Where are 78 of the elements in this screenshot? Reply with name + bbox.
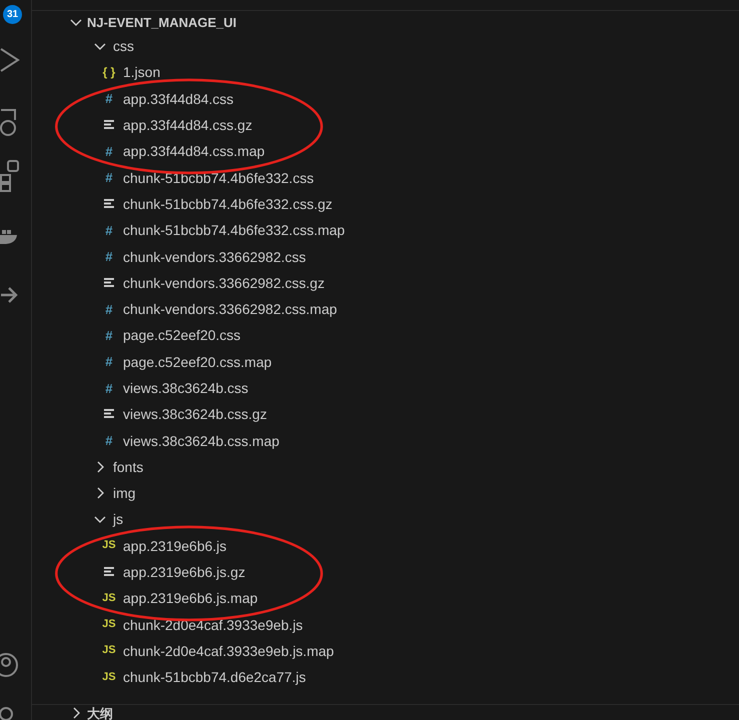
run-debug-icon[interactable] bbox=[0, 46, 20, 74]
css-file-icon: # bbox=[105, 328, 113, 342]
tree-item[interactable]: css bbox=[32, 33, 739, 60]
file-name: app.2319e6b6.js.gz bbox=[123, 564, 246, 580]
extensions-icon[interactable] bbox=[0, 160, 20, 192]
tree-item[interactable]: # chunk-vendors.33662982.css bbox=[32, 243, 739, 270]
js-file-icon: JS bbox=[102, 672, 116, 683]
file-name: chunk-51bcbb74.4b6fe332.css bbox=[123, 170, 314, 186]
css-file-icon: # bbox=[105, 355, 113, 368]
tree-item[interactable]: JS chunk-2d0e4caf.3933e9eb.js bbox=[32, 612, 739, 638]
file-name: css bbox=[113, 38, 134, 54]
file-name: chunk-2d0e4caf.3933e9eb.js bbox=[123, 616, 303, 633]
file-name: views.38c3624b.css bbox=[123, 380, 248, 396]
notification-badge: 31 bbox=[3, 5, 22, 24]
css-file-icon: # bbox=[105, 250, 113, 264]
css-file-icon: # bbox=[105, 224, 113, 237]
tree-item[interactable]: # views.38c3624b.css.map bbox=[32, 427, 739, 454]
file-name: page.c52eef20.css.map bbox=[123, 354, 272, 370]
tree-item[interactable]: js bbox=[32, 506, 739, 533]
tree-item[interactable]: app.2319e6b6.js.gz bbox=[32, 558, 739, 586]
js-file-icon: JS bbox=[102, 619, 116, 630]
file-name: js bbox=[113, 511, 124, 528]
tree-item[interactable]: # app.33f44d84.css.map bbox=[32, 138, 739, 164]
js-file-icon: JS bbox=[102, 592, 116, 604]
file-name: chunk-vendors.33662982.css.gz bbox=[123, 274, 325, 291]
tree-item[interactable]: app.33f44d84.css.gz bbox=[32, 112, 739, 138]
section-header[interactable]: NJ-EVENT_MANAGE_UI bbox=[32, 11, 739, 33]
project-title: NJ-EVENT_MANAGE_UI bbox=[87, 14, 237, 30]
css-file-icon: # bbox=[105, 144, 113, 158]
json-file-icon: { } bbox=[102, 66, 116, 78]
tree-item[interactable]: # chunk-vendors.33662982.css.map bbox=[32, 296, 739, 322]
text-lines-icon bbox=[103, 198, 115, 210]
tree-item[interactable]: views.38c3624b.css.gz bbox=[32, 401, 739, 428]
file-name: chunk-2d0e4caf.3933e9eb.js.map bbox=[123, 642, 334, 659]
file-name: 1.json bbox=[123, 64, 160, 80]
js-file-icon: JS bbox=[102, 645, 116, 656]
file-name: app.2319e6b6.js.map bbox=[123, 590, 258, 606]
file-name: chunk-51bcbb74.4b6fe332.css.map bbox=[123, 222, 345, 238]
tree-item[interactable]: # chunk-51bcbb74.4b6fe332.css bbox=[32, 164, 739, 191]
tree-item[interactable]: chunk-vendors.33662982.css.gz bbox=[32, 270, 739, 296]
file-name: app.33f44d84.css.gz bbox=[123, 117, 252, 134]
file-name: views.38c3624b.css.gz bbox=[123, 406, 267, 422]
outline-title: 大纲 bbox=[87, 705, 113, 720]
tree-item[interactable]: # page.c52eef20.css bbox=[32, 322, 739, 349]
file-name: app.2319e6b6.js bbox=[123, 538, 227, 554]
file-name: views.38c3624b.css.map bbox=[123, 432, 280, 449]
tree-item[interactable]: # app.33f44d84.css bbox=[32, 86, 739, 112]
text-lines-icon bbox=[103, 566, 115, 578]
css-file-icon: # bbox=[105, 382, 113, 394]
file-name: img bbox=[113, 485, 136, 502]
tree-item[interactable]: { } 1.json bbox=[32, 59, 739, 86]
text-lines-icon bbox=[103, 408, 115, 420]
file-name: chunk-vendors.33662982.css bbox=[123, 248, 306, 265]
tree-item[interactable]: # views.38c3624b.css bbox=[32, 374, 739, 402]
text-lines-icon bbox=[103, 276, 115, 289]
file-name: chunk-51bcbb74.d6e2ca77.js bbox=[123, 669, 306, 686]
css-file-icon: # bbox=[105, 92, 113, 106]
tree-item[interactable]: fonts bbox=[32, 454, 739, 480]
file-name: fonts bbox=[113, 458, 144, 475]
tree-item[interactable]: JS app.2319e6b6.js.map bbox=[32, 585, 739, 612]
tree-item[interactable]: # chunk-51bcbb74.4b6fe332.css.map bbox=[32, 217, 739, 244]
text-lines-icon bbox=[103, 119, 115, 132]
file-name: page.c52eef20.css bbox=[123, 327, 241, 344]
file-name: chunk-51bcbb74.4b6fe332.css.gz bbox=[123, 196, 332, 212]
tree-item[interactable]: JS chunk-2d0e4caf.3933e9eb.js.map bbox=[32, 638, 739, 664]
css-file-icon: # bbox=[105, 302, 113, 316]
tree-item[interactable]: JS app.2319e6b6.js bbox=[32, 532, 739, 559]
tree-item[interactable]: # page.c52eef20.css.map bbox=[32, 348, 739, 375]
outline-header[interactable]: 大纲 bbox=[32, 704, 739, 720]
file-name: app.33f44d84.css bbox=[123, 90, 234, 107]
file-name: chunk-vendors.33662982.css.map bbox=[123, 301, 338, 318]
css-file-icon: # bbox=[105, 434, 113, 448]
tree-item[interactable]: chunk-51bcbb74.4b6fe332.css.gz bbox=[32, 190, 739, 218]
css-file-icon: # bbox=[105, 171, 113, 184]
js-file-icon: JS bbox=[102, 540, 116, 552]
tree-item[interactable]: img bbox=[32, 480, 739, 506]
tree-item[interactable]: JS chunk-51bcbb74.d6e2ca77.js bbox=[32, 664, 739, 690]
file-name: app.33f44d84.css.map bbox=[123, 143, 265, 160]
